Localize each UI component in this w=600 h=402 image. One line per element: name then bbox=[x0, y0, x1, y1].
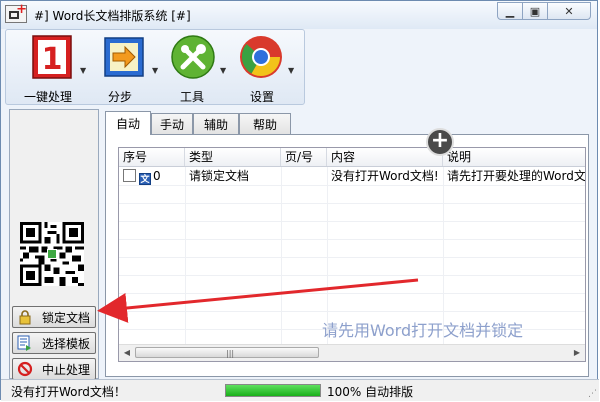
row-page bbox=[281, 167, 327, 185]
grid-line bbox=[119, 293, 585, 294]
row-index: 0 bbox=[153, 169, 161, 183]
watermark-hint: 请先用Word打开文档并锁定 bbox=[322, 321, 524, 340]
grid-line bbox=[281, 167, 282, 347]
row-note: 请先打开要处理的Word文档 bbox=[447, 169, 586, 183]
scroll-right-icon[interactable]: ▶ bbox=[569, 345, 585, 361]
toolbar-label: 分步 bbox=[108, 90, 133, 104]
table-row[interactable]: 文0 请锁定文档 没有打开Word文档! 请先打开要处理的Word文档 bbox=[119, 167, 585, 185]
maximize-button[interactable]: ▣ bbox=[522, 2, 548, 20]
chevron-down-icon[interactable]: ▼ bbox=[80, 66, 86, 75]
stop-processing-button[interactable]: 中止处理 bbox=[12, 358, 96, 380]
word-document-icon: 文 bbox=[139, 173, 151, 185]
toolbar-label: 一键处理 bbox=[24, 90, 73, 104]
maximize-icon: ▣ bbox=[529, 4, 541, 18]
chevron-down-icon[interactable]: ▼ bbox=[152, 66, 158, 75]
grid-line bbox=[119, 221, 585, 222]
chrome-style-settings-icon bbox=[240, 36, 282, 78]
chevron-down-icon[interactable]: ▼ bbox=[220, 66, 226, 75]
horizontal-scrollbar[interactable]: ◀ ||| ▶ bbox=[119, 344, 585, 361]
app-icon[interactable]: + bbox=[5, 3, 27, 23]
qr-code-image bbox=[20, 222, 84, 286]
grid-line bbox=[119, 257, 585, 258]
red-number-one-icon: 1 bbox=[32, 35, 72, 79]
grid-line bbox=[119, 311, 585, 312]
chevron-down-icon[interactable]: ▼ bbox=[288, 66, 294, 75]
title-bar[interactable]: + #] Word长文档排版系统 [#] ▁ ▣ ✕ bbox=[1, 1, 597, 29]
toolbar-label: 工具 bbox=[180, 90, 205, 104]
grid-line bbox=[119, 275, 585, 276]
grid-line bbox=[119, 185, 585, 186]
column-header-content[interactable]: 内容 bbox=[327, 148, 443, 166]
minimize-icon: ▁ bbox=[505, 4, 515, 18]
svg-text:1: 1 bbox=[42, 42, 63, 77]
stop-icon bbox=[16, 361, 34, 377]
scroll-left-icon[interactable]: ◀ bbox=[119, 345, 135, 361]
lock-document-label: 锁定文档 bbox=[42, 310, 91, 325]
window-title: #] Word长文档排版系统 [#] bbox=[34, 9, 191, 23]
row-checkbox[interactable] bbox=[123, 169, 136, 182]
step-arrow-icon bbox=[104, 37, 144, 77]
close-icon: ✕ bbox=[564, 4, 574, 18]
progress-text: 100% 自动排版 bbox=[327, 385, 414, 399]
tab-assist[interactable]: 辅助 bbox=[193, 113, 239, 135]
row-type: 请锁定文档 bbox=[189, 169, 250, 183]
status-bar: 没有打开Word文档！ 100% 自动排版 ⋰ bbox=[1, 379, 599, 401]
row-content: 没有打开Word文档! bbox=[331, 169, 439, 183]
plus-icon[interactable]: + bbox=[426, 128, 454, 156]
toolbar-label: 设置 bbox=[250, 90, 275, 104]
column-header-type[interactable]: 类型 bbox=[185, 148, 281, 166]
scrollbar-thumb[interactable]: ||| bbox=[135, 347, 319, 358]
tab-auto[interactable]: 自动 bbox=[105, 111, 151, 135]
grid-line bbox=[119, 203, 585, 204]
column-header-index[interactable]: 序号 bbox=[119, 148, 185, 166]
progress-bar bbox=[225, 384, 321, 397]
tools-icon bbox=[171, 35, 215, 79]
left-panel: 锁定文档 选择模板 中止处理 bbox=[9, 109, 99, 380]
row-index-cell: 文0 bbox=[119, 167, 185, 185]
select-template-button[interactable]: 选择模板 bbox=[12, 332, 96, 354]
grid-line bbox=[119, 239, 585, 240]
stop-processing-label: 中止处理 bbox=[42, 362, 91, 377]
tab-manual[interactable]: 手动 bbox=[151, 113, 193, 135]
minimize-button[interactable]: ▁ bbox=[497, 2, 523, 20]
column-header-note[interactable]: 说明 bbox=[443, 148, 585, 166]
resize-grip-icon[interactable]: ⋰ bbox=[588, 389, 597, 399]
progress-fill bbox=[226, 385, 320, 396]
toolbar: 1 ▼ 一键处理 ▼ 分步 ▼ 工具 ▼ 设置 bbox=[5, 29, 305, 105]
lock-icon bbox=[16, 309, 34, 325]
close-button[interactable]: ✕ bbox=[547, 2, 591, 20]
template-icon bbox=[16, 335, 34, 351]
lock-document-button[interactable]: 锁定文档 bbox=[12, 306, 96, 328]
grid-line bbox=[185, 167, 186, 347]
table-header: 序号 类型 页/号 内容 说明 bbox=[119, 148, 585, 167]
status-message: 没有打开Word文档！ bbox=[11, 385, 126, 399]
grip-icon: ||| bbox=[226, 349, 235, 358]
column-header-page[interactable]: 页/号 bbox=[281, 148, 327, 166]
select-template-label: 选择模板 bbox=[42, 336, 91, 351]
tab-help[interactable]: 帮助 bbox=[239, 113, 291, 135]
